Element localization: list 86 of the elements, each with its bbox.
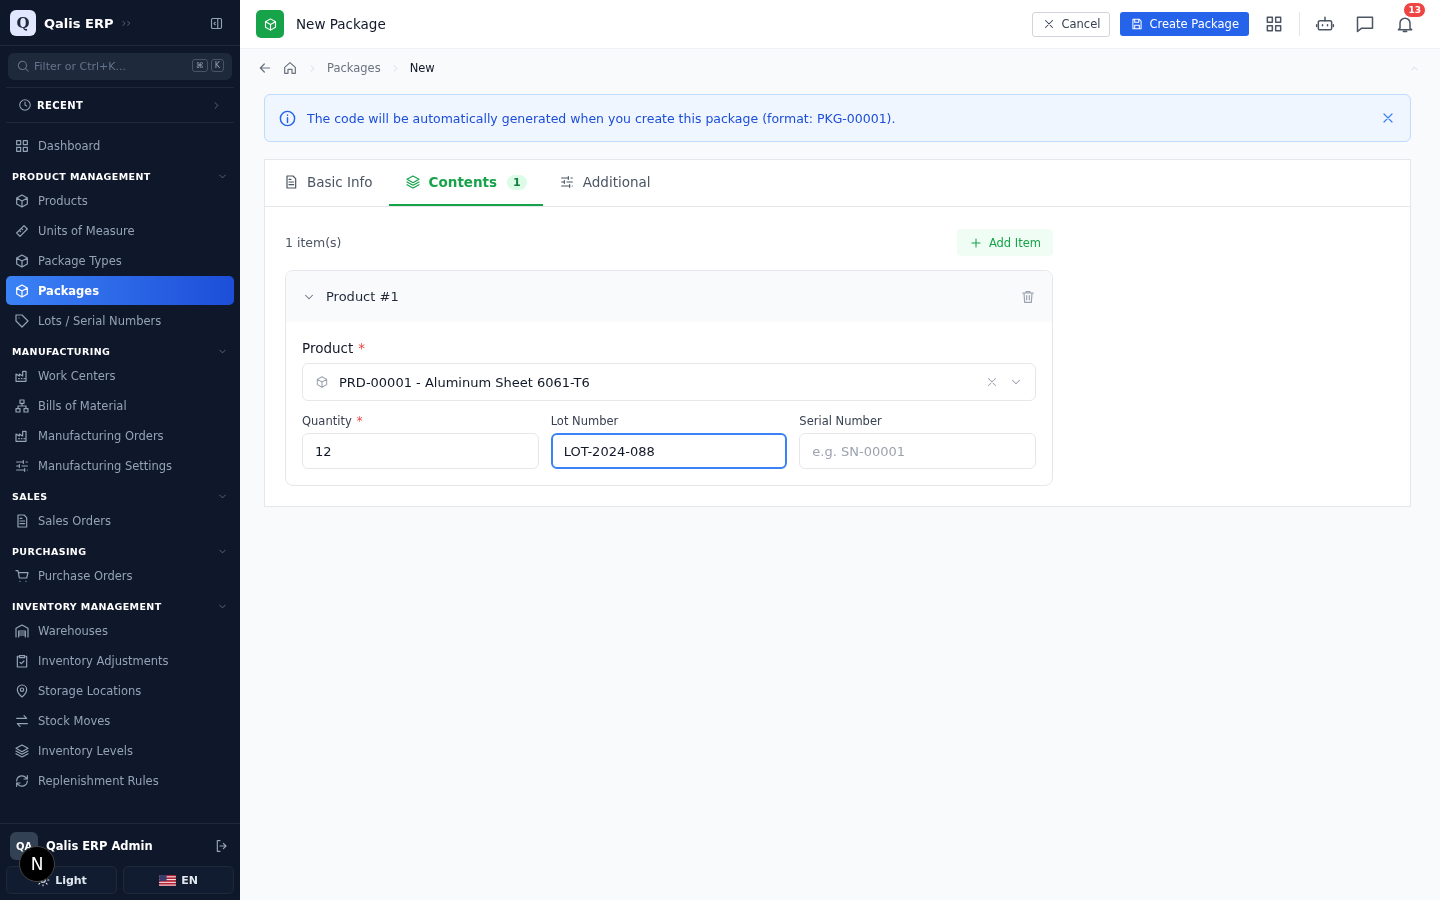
field-label: Serial Number <box>799 414 883 428</box>
nav-item[interactable]: Purchase Orders <box>6 561 234 590</box>
tab[interactable]: Basic Info <box>267 160 389 206</box>
section-header[interactable]: MANUFACTURING <box>6 342 234 360</box>
breadcrumb-current: New <box>409 61 435 75</box>
tag-icon <box>14 312 30 329</box>
nav-item[interactable]: Inventory Adjustments <box>6 646 234 675</box>
section-header[interactable]: PURCHASING <box>6 542 234 560</box>
tab[interactable]: Contents 1 <box>388 160 543 206</box>
hierarchy-icon <box>14 397 30 414</box>
info-icon <box>278 108 297 128</box>
item-count: 1 item(s) <box>285 235 342 250</box>
cube-icon <box>14 282 30 299</box>
document-icon <box>14 512 30 529</box>
layers-icon <box>404 174 421 190</box>
nav-item[interactable]: Sales Orders <box>6 506 234 535</box>
nav-item[interactable]: Storage Locations <box>6 676 234 705</box>
field-label: Lot Number <box>550 414 620 428</box>
product-title: Product #1 <box>326 289 399 304</box>
cube-icon <box>315 375 329 389</box>
sidebar-toggle-icon[interactable] <box>209 15 224 31</box>
create-package-button[interactable]: Create Package <box>1120 12 1249 36</box>
cart-icon <box>14 567 30 584</box>
app-name: Qalis ERP <box>44 15 114 31</box>
nav-item[interactable]: Products <box>6 186 234 215</box>
cube-icon <box>14 192 30 209</box>
count-badge: 1 <box>507 174 527 190</box>
refresh-icon <box>14 772 30 789</box>
nav-item[interactable]: Inventory Levels <box>6 736 234 765</box>
plus-icon <box>968 235 983 250</box>
nav-item[interactable]: Lots / Serial Numbers <box>6 306 234 335</box>
arrows-icon <box>14 712 30 729</box>
sliders-icon <box>558 174 575 190</box>
tab-label: Additional <box>582 174 651 190</box>
input-field[interactable]: e.g. SN-00001 <box>799 433 1036 469</box>
language-button[interactable]: EN <box>123 866 234 894</box>
nav-item[interactable]: Manufacturing Orders <box>6 421 234 450</box>
input-field[interactable]: LOT-2024-088 <box>550 433 788 469</box>
nav-item[interactable]: Package Types <box>6 246 234 275</box>
sliders-icon <box>14 457 30 474</box>
flag-icon <box>159 874 177 886</box>
breadcrumb-link[interactable]: Packages <box>327 61 381 75</box>
alert-message: The code will be automatically generated when you create this package (format: PKG-00001). <box>307 110 897 126</box>
nav-item[interactable]: Units of Measure <box>6 216 234 245</box>
field-label: Quantity * <box>302 414 364 428</box>
section-header[interactable]: PRODUCT MANAGEMENT <box>6 167 234 185</box>
shortcut-key: ⌘ <box>191 59 208 72</box>
trash-icon[interactable] <box>1020 288 1036 305</box>
notification-count-badge: 13 <box>1403 2 1426 18</box>
robot-icon[interactable] <box>1315 14 1335 34</box>
clock-icon <box>18 98 32 112</box>
nav-item[interactable]: Manufacturing Settings <box>6 451 234 480</box>
search-icon <box>16 59 30 73</box>
apps-grid-icon[interactable] <box>1264 14 1284 34</box>
tab[interactable]: Additional <box>542 160 667 206</box>
nav-item[interactable]: Warehouses <box>6 616 234 645</box>
warehouse-icon <box>14 622 30 639</box>
shortcut-key: K <box>210 59 224 72</box>
tab-label: Basic Info <box>307 174 373 190</box>
section-header[interactable]: SALES <box>6 487 234 505</box>
document-icon <box>283 174 299 190</box>
package-icon <box>256 10 284 38</box>
location-pin-icon <box>14 682 30 699</box>
cube-icon <box>14 252 30 269</box>
back-arrow-icon[interactable] <box>257 60 273 76</box>
layers-icon <box>14 742 30 759</box>
nav-item[interactable]: Work Centers <box>6 361 234 390</box>
grid-icon <box>14 137 30 154</box>
nav-item[interactable]: Replenishment Rules <box>6 766 234 795</box>
field-label: Product * <box>302 340 366 356</box>
nav-item[interactable]: Packages <box>6 276 234 305</box>
page-title: New Package <box>296 16 386 32</box>
cancel-button[interactable]: Cancel <box>1032 11 1111 37</box>
clipboard-icon <box>14 652 30 669</box>
nav-item[interactable]: Bills of Material <box>6 391 234 420</box>
nav-item[interactable]: Dashboard <box>6 131 234 160</box>
home-icon[interactable] <box>282 60 298 76</box>
recent-toggle[interactable]: RECENT <box>6 87 234 123</box>
section-header[interactable]: INVENTORY MANAGEMENT <box>6 597 234 615</box>
input-field[interactable]: 12 <box>302 433 539 469</box>
ruler-icon <box>14 222 30 239</box>
save-icon <box>1130 17 1145 31</box>
app-logo: Q <box>10 10 36 36</box>
chat-icon[interactable] <box>1355 14 1375 34</box>
nav-item[interactable]: Stock Moves <box>6 706 234 735</box>
tab-label: Contents <box>428 174 498 190</box>
